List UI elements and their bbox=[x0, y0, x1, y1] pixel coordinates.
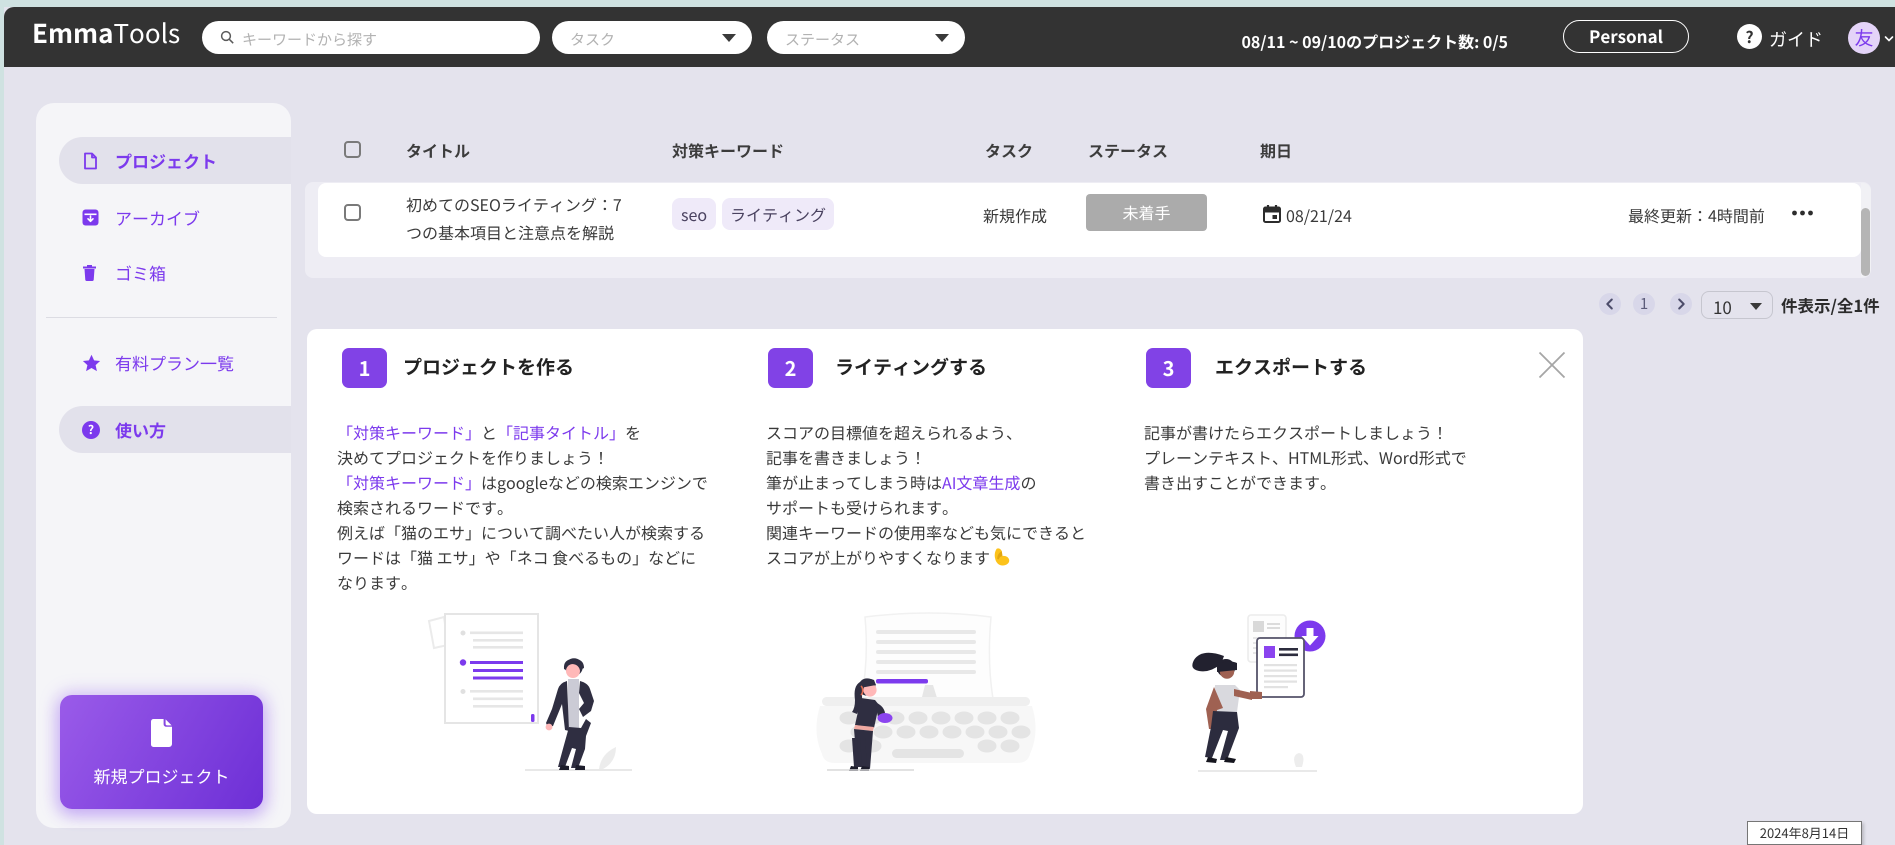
svg-text:?: ? bbox=[88, 421, 94, 438]
